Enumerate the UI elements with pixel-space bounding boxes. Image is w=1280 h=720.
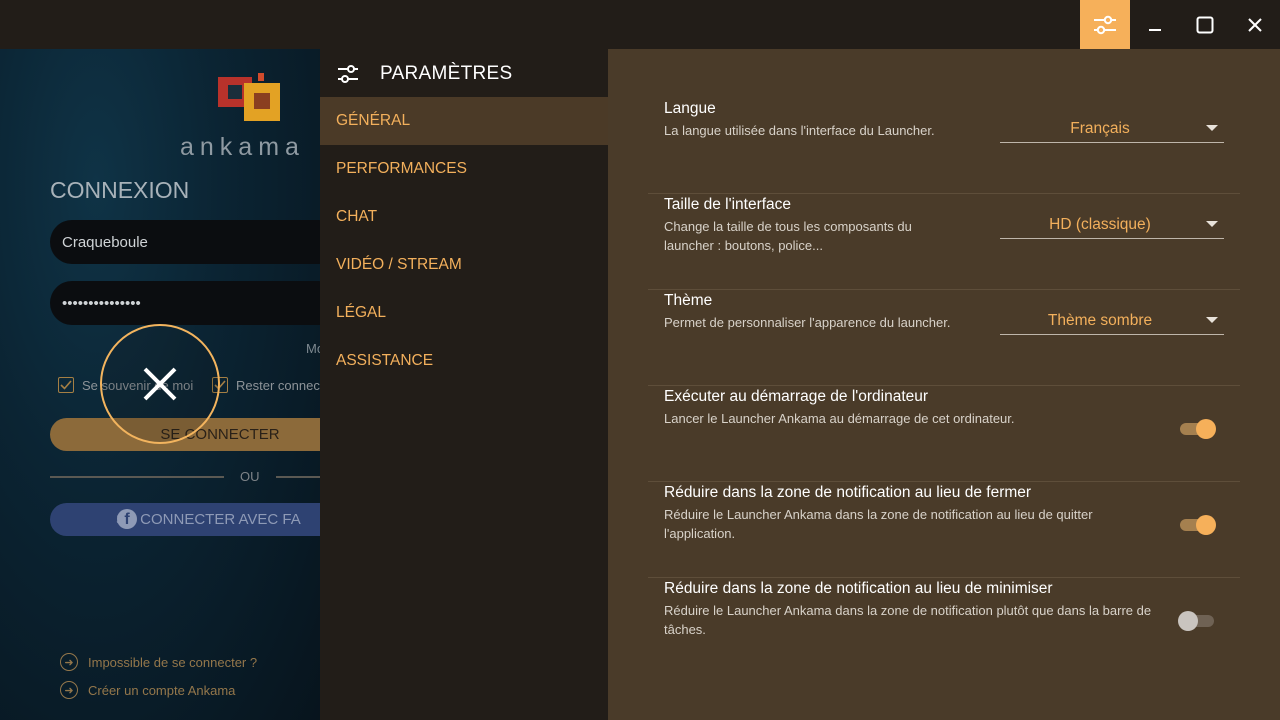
minimize-icon (1149, 28, 1161, 31)
minimize-to-tray-toggle[interactable] (1178, 609, 1216, 633)
maximize-button[interactable] (1180, 0, 1230, 49)
setting-title: Taille de l'interface (664, 196, 792, 213)
select-value: Thème sombre (1047, 312, 1153, 329)
setting-title: Réduire dans la zone de notification au … (664, 580, 1053, 597)
setting-row-language: Langue La langue utilisée dans l'interfa… (648, 97, 1240, 194)
sliders-icon (338, 65, 358, 83)
settings-header: PARAMÈTRES (338, 63, 513, 85)
settings-button[interactable] (1080, 0, 1130, 49)
or-text: OU (240, 469, 260, 484)
setting-description: Lancer le Launcher Ankama au démarrage d… (664, 411, 1015, 426)
ankama-logo (218, 73, 280, 121)
theme-select[interactable]: Thème sombre (1000, 299, 1224, 335)
arrow-right-icon: ➜ (60, 653, 78, 671)
nav-item-performances[interactable]: PERFORMANCES (320, 145, 608, 193)
close-window-button[interactable] (1230, 0, 1280, 49)
setting-title: Réduire dans la zone de notification au … (664, 484, 1032, 501)
setting-row-minimize-to-tray: Réduire dans la zone de notification au … (648, 577, 1240, 673)
login-panel: ankama CONNEXION Craqueboule •••••••••••… (0, 49, 320, 720)
remember-me-checkbox[interactable] (58, 377, 74, 393)
caret-down-icon (1206, 221, 1218, 227)
maximize-icon (1196, 16, 1214, 33)
settings-content: Langue La langue utilisée dans l'interfa… (608, 49, 1280, 720)
divider (276, 476, 320, 478)
minimize-on-close-toggle[interactable] (1180, 513, 1216, 537)
setting-description: Permet de personnaliser l'apparence du l… (664, 315, 951, 330)
toggle-knob (1196, 515, 1216, 535)
divider (50, 476, 224, 478)
setting-title: Thème (664, 292, 713, 309)
setting-row-interface-size: Taille de l'interface Change la taille d… (648, 193, 1240, 290)
settings-title: PARAMÈTRES (380, 63, 513, 84)
facebook-connect-button[interactable]: f SE CONNECTER AVEC FA (50, 503, 320, 536)
cannot-connect-link[interactable]: ➜ Impossible de se connecter ? (60, 653, 257, 671)
login-title: CONNEXION (50, 177, 190, 203)
logo-text: ankama (180, 133, 305, 161)
setting-title: Exécuter au démarrage de l'ordinateur (664, 388, 929, 405)
nav-item-assistance[interactable]: ASSISTANCE (320, 337, 608, 385)
title-bar (0, 0, 1280, 49)
close-icon (1248, 17, 1262, 32)
close-icon (143, 367, 177, 401)
username-field[interactable]: Craqueboule (50, 220, 320, 264)
setting-description: La langue utilisée dans l'interface du L… (664, 123, 935, 138)
setting-title: Langue (664, 100, 716, 117)
nav-item-chat[interactable]: CHAT (320, 193, 608, 241)
setting-description: Change la taille de tous les composants … (664, 219, 912, 253)
language-select[interactable]: Français (1000, 107, 1224, 143)
cannot-connect-label: Impossible de se connecter ? (88, 654, 258, 670)
setting-row-theme: Thème Permet de personnaliser l'apparenc… (648, 289, 1240, 386)
caret-down-icon (1206, 317, 1218, 323)
interface-size-select[interactable]: HD (classique) (1000, 203, 1224, 239)
toggle-knob (1196, 419, 1216, 439)
nav-item-legal[interactable]: LÉGAL (320, 289, 608, 337)
setting-description: Réduire le Launcher Ankama dans la zone … (664, 507, 1093, 541)
sliders-icon (1094, 15, 1116, 34)
create-account-link[interactable]: ➜ Créer un compte Ankama (60, 681, 235, 699)
setting-row-minimize-on-close: Réduire dans la zone de notification au … (648, 481, 1240, 578)
forgot-password-link[interactable]: Mo (306, 341, 320, 356)
stay-connected-label: Rester connec (236, 378, 320, 393)
run-at-startup-toggle[interactable] (1180, 417, 1216, 441)
arrow-right-icon: ➜ (60, 681, 78, 699)
caret-down-icon (1206, 125, 1218, 131)
minimize-button[interactable] (1130, 0, 1180, 49)
setting-row-run-at-startup: Exécuter au démarrage de l'ordinateur La… (648, 385, 1240, 482)
check-icon (60, 380, 72, 390)
setting-description: Réduire le Launcher Ankama dans la zone … (664, 603, 1152, 637)
select-value: HD (classique) (1049, 216, 1151, 233)
facebook-icon: f (117, 509, 137, 529)
nav-item-general[interactable]: GÉNÉRAL (320, 97, 608, 145)
facebook-button-label: SE CONNECTER AVEC FA (116, 511, 301, 528)
create-account-label: Créer un compte Ankama (88, 682, 236, 698)
settings-nav: PARAMÈTRES GÉNÉRAL PERFORMANCES CHAT VID… (320, 49, 608, 720)
select-value: Français (1070, 120, 1130, 137)
close-settings-button[interactable] (100, 324, 220, 444)
password-field[interactable]: ••••••••••••••• (50, 281, 320, 325)
toggle-knob (1178, 611, 1198, 631)
nav-item-video-stream[interactable]: VIDÉO / STREAM (320, 241, 608, 289)
